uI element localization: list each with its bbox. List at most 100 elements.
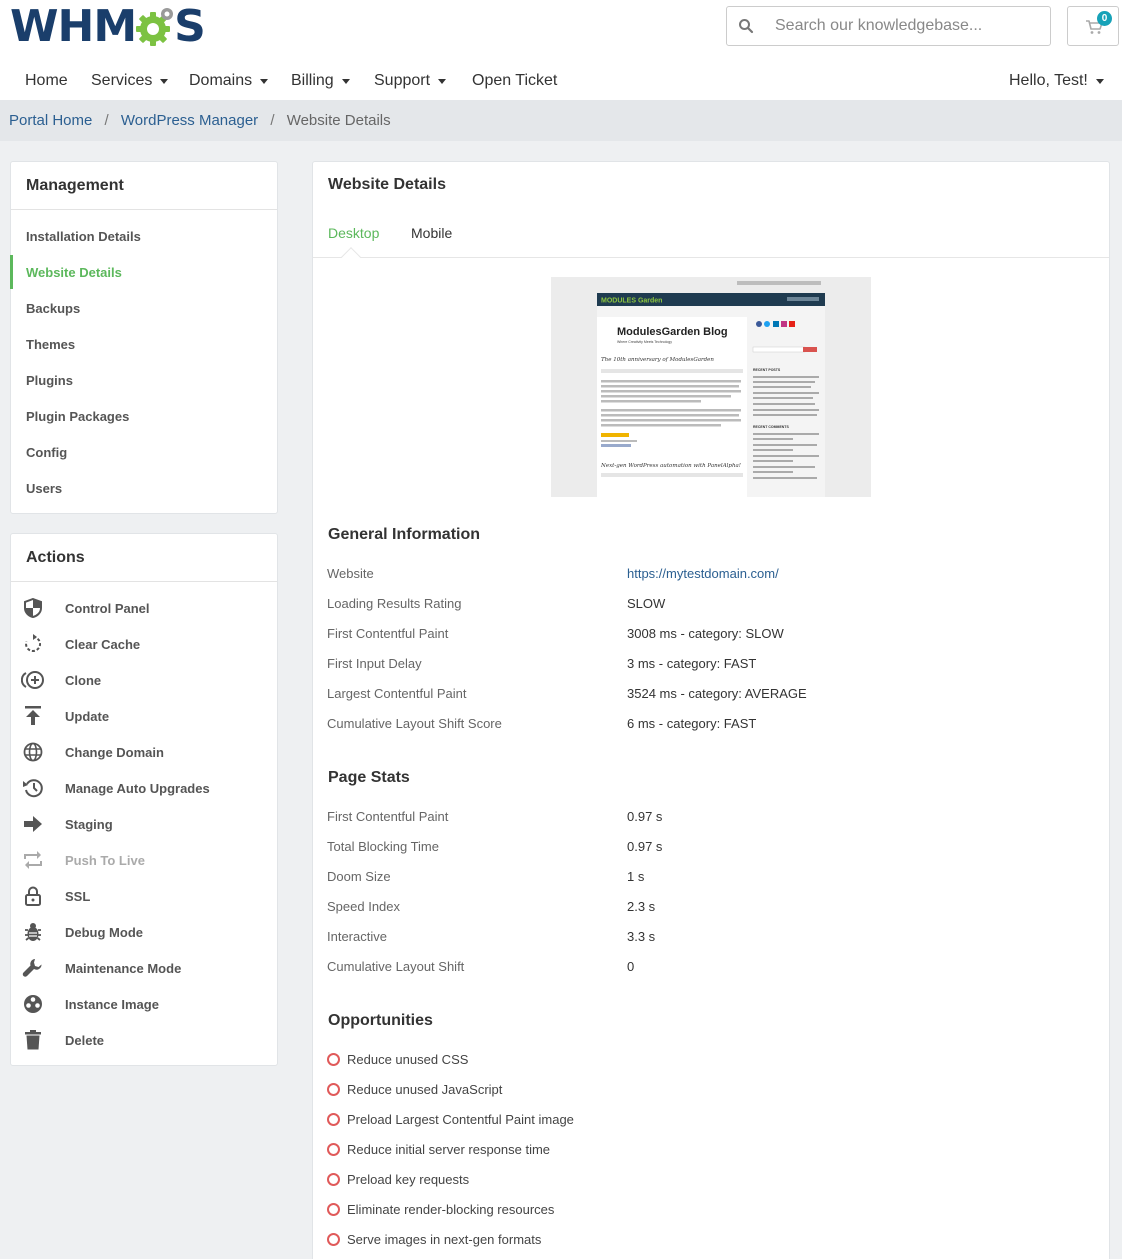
general-row-value: https://mytestdomain.com/ (627, 566, 779, 581)
main-nav: Home Services Domains Billing Support Op… (0, 62, 1122, 100)
action-manage-auto-upgrades[interactable]: Manage Auto Upgrades (21, 777, 210, 799)
repeat-icon (21, 849, 45, 871)
general-row-value: 6 ms - category: FAST (627, 716, 757, 731)
cart-count-badge: 0 (1097, 11, 1112, 26)
action-change-domain[interactable]: Change Domain (21, 741, 164, 763)
image-icon (21, 993, 45, 1015)
opportunity-label: Preload key requests (347, 1172, 470, 1187)
action-label: Delete (65, 1032, 105, 1048)
status-ring-icon (327, 1053, 340, 1066)
action-delete[interactable]: Delete (21, 1029, 104, 1051)
nav-domains[interactable]: Domains (189, 72, 269, 90)
nav-support-label: Support (374, 72, 431, 89)
menu-config[interactable]: Config (26, 445, 67, 460)
nav-open-ticket-label: Open Ticket (472, 72, 558, 89)
gear-logo-icon (136, 8, 174, 46)
website-link[interactable]: https://mytestdomain.com/ (627, 566, 779, 581)
action-label: Control Panel (65, 600, 150, 616)
preview-post-title-2: Next-gen WordPress automation with Panel… (600, 463, 741, 469)
breadcrumb-portal-home[interactable]: Portal Home (9, 112, 92, 129)
upload-icon (21, 705, 45, 727)
nav-open-ticket[interactable]: Open Ticket (472, 72, 557, 90)
opportunity-item: Reduce unused CSS (327, 1052, 468, 1067)
lock-icon (21, 885, 45, 907)
nav-home[interactable]: Home (25, 72, 68, 90)
action-update[interactable]: Update (21, 705, 109, 727)
page-title: Website Details (328, 176, 446, 193)
whmcs-logo[interactable]: WHM S (10, 1, 206, 52)
action-debug-mode[interactable]: Debug Mode (21, 921, 143, 943)
breadcrumb-separator: / (104, 112, 109, 129)
search-input[interactable] (775, 17, 1045, 35)
action-label: Debug Mode (65, 924, 143, 940)
stats-row-value: 0.97 s (627, 809, 663, 824)
opportunities-title: Opportunities (328, 1012, 433, 1029)
action-push-to-live[interactable]: Push To Live (21, 849, 145, 871)
status-ring-icon (327, 1143, 340, 1156)
action-instance-image[interactable]: Instance Image (21, 993, 159, 1015)
breadcrumb-wordpress-manager[interactable]: WordPress Manager (121, 112, 258, 129)
menu-installation-details[interactable]: Installation Details (26, 229, 141, 244)
bug-icon (21, 921, 45, 943)
action-ssl[interactable]: SSL (21, 885, 90, 907)
management-panel: Management Installation Details Website … (10, 161, 278, 514)
opportunity-item: Reduce unused JavaScript (327, 1082, 502, 1097)
stats-row-label: Doom Size (327, 869, 391, 884)
globe-icon (21, 741, 45, 763)
action-maintenance-mode[interactable]: Maintenance Mode (21, 957, 181, 979)
action-staging[interactable]: Staging (21, 813, 113, 835)
nav-services-label: Services (91, 72, 153, 89)
stats-row-label: Total Blocking Time (327, 839, 439, 854)
action-label: Clone (65, 672, 102, 688)
chevron-down-icon (1095, 78, 1104, 84)
website-preview-image: MODULES Garden ModulesGarden Blog Where … (551, 277, 871, 497)
menu-website-details[interactable]: Website Details (26, 265, 122, 280)
nav-services[interactable]: Services (91, 72, 169, 90)
action-clone[interactable]: Clone (21, 669, 101, 691)
menu-users[interactable]: Users (26, 481, 62, 496)
cart-button[interactable]: 0 (1067, 6, 1119, 46)
breadcrumb: Portal Home / WordPress Manager / Websit… (0, 100, 1122, 141)
preview-blog-title: ModulesGarden Blog (617, 326, 728, 338)
search-icon (727, 18, 765, 34)
action-control-panel[interactable]: Control Panel (21, 597, 150, 619)
logo-text-left: WHM (10, 1, 137, 52)
general-information-title: General Information (328, 526, 481, 543)
general-row-label: First Contentful Paint (327, 626, 449, 641)
general-row-label: Website (327, 566, 374, 581)
status-ring-icon (327, 1083, 340, 1096)
nav-billing[interactable]: Billing (291, 72, 350, 90)
opportunity-label: Reduce initial server response time (347, 1142, 551, 1157)
chevron-down-icon (341, 78, 350, 84)
opportunity-label: Reduce unused JavaScript (347, 1082, 503, 1097)
menu-backups[interactable]: Backups (26, 301, 80, 316)
chevron-down-icon (438, 78, 447, 84)
page-stats-title: Page Stats (328, 769, 410, 786)
tab-desktop[interactable]: Desktop (328, 225, 379, 241)
opportunity-item: Serve images in next-gen formats (327, 1232, 541, 1247)
nav-support[interactable]: Support (374, 72, 447, 90)
general-row-label: First Input Delay (327, 656, 422, 671)
history-icon (21, 777, 45, 799)
nav-home-label: Home (25, 72, 68, 89)
general-row-label: Loading Results Rating (327, 596, 462, 611)
knowledgebase-search[interactable] (726, 6, 1051, 46)
general-row-label: Largest Contentful Paint (327, 686, 467, 701)
opportunity-item: Preload key requests (327, 1172, 469, 1187)
preview-brand: MODULES Garden (601, 298, 662, 305)
action-clear-cache[interactable]: Clear Cache (21, 633, 140, 655)
nav-user-menu[interactable]: Hello, Test! (1009, 72, 1104, 90)
action-label: Change Domain (65, 744, 164, 760)
menu-plugin-packages[interactable]: Plugin Packages (26, 409, 129, 424)
top-header: WHM S 0 (0, 0, 1122, 100)
opportunity-item: Eliminate render-blocking resources (327, 1202, 554, 1217)
general-row-value: 3008 ms - category: SLOW (627, 626, 784, 641)
menu-plugins[interactable]: Plugins (26, 373, 73, 388)
opportunity-item: Preload Largest Contentful Paint image (327, 1112, 574, 1127)
refresh-icon (21, 633, 45, 655)
tab-mobile[interactable]: Mobile (411, 225, 452, 241)
stats-row-label: Cumulative Layout Shift (327, 959, 465, 974)
breadcrumb-separator: / (270, 112, 275, 129)
stats-row-value: 1 s (627, 869, 645, 884)
menu-themes[interactable]: Themes (26, 337, 75, 352)
